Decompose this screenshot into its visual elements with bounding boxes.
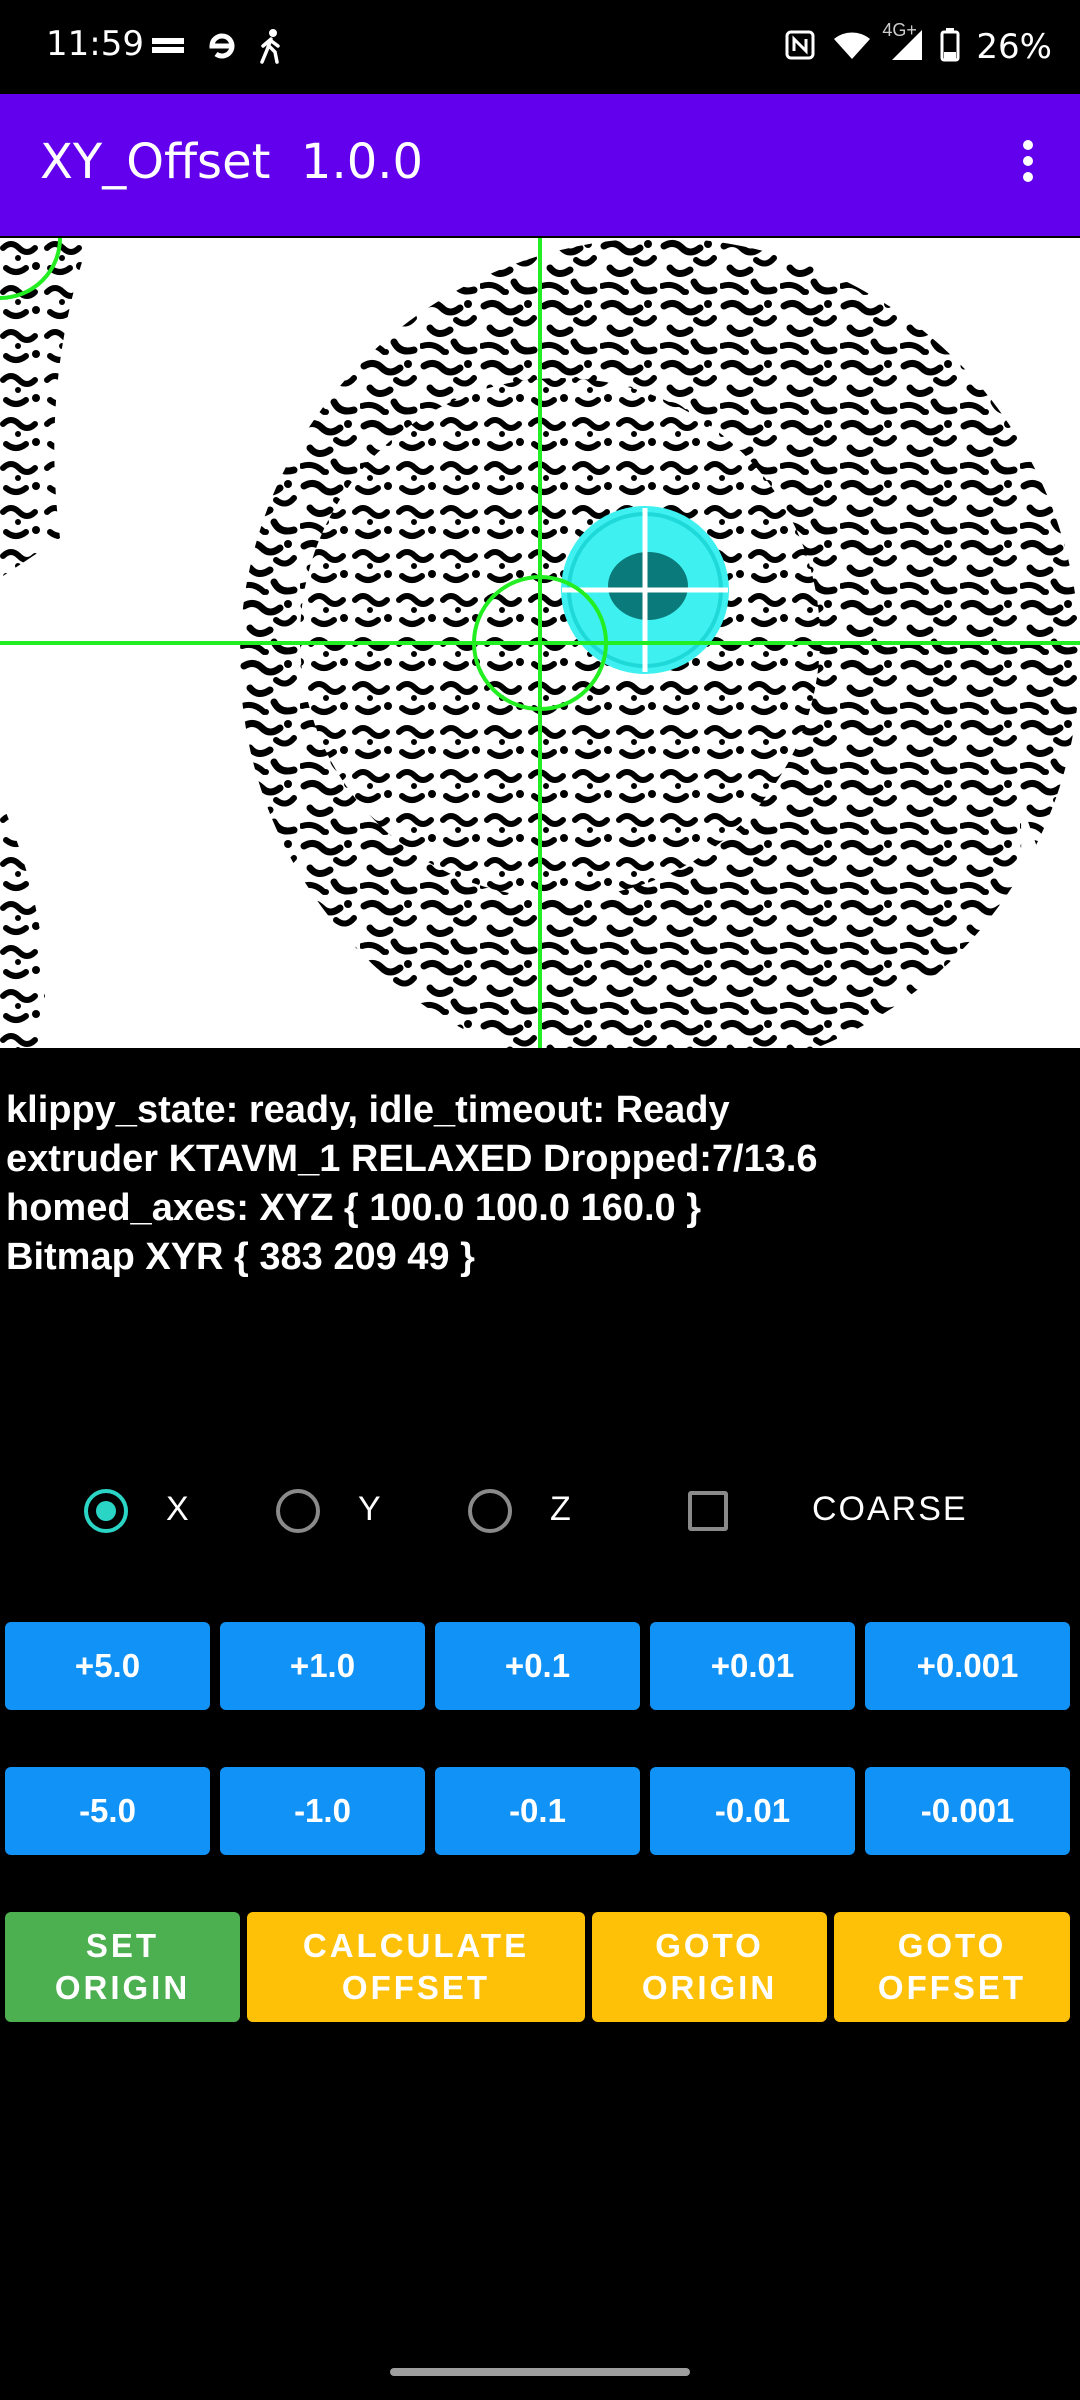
- gesture-home-bar[interactable]: [390, 2368, 690, 2376]
- plus-1-button[interactable]: +1.0: [220, 1622, 425, 1710]
- signal-4g-icon: 4G+: [882, 20, 924, 67]
- minus-0-001-button[interactable]: -0.001: [865, 1767, 1070, 1855]
- wifi-icon: [832, 29, 872, 66]
- goto-origin-button[interactable]: GOTO ORIGIN: [592, 1912, 827, 2022]
- radio-y-label[interactable]: Y: [358, 1490, 383, 1529]
- minus-0-1-button[interactable]: -0.1: [435, 1767, 640, 1855]
- nfc-icon: [784, 29, 816, 66]
- coarse-checkbox[interactable]: [688, 1491, 728, 1531]
- radio-x-label[interactable]: X: [166, 1490, 191, 1529]
- calculate-offset-button[interactable]: CALCULATE OFFSET: [247, 1912, 585, 2022]
- app-title: XY_Offset 1.0.0: [40, 134, 424, 190]
- clock-time: 11:59: [46, 24, 144, 64]
- printer-status-panel: klippy_state: ready, idle_timeout: Ready…: [6, 1086, 1076, 1282]
- plus-0-001-button[interactable]: +0.001: [865, 1622, 1070, 1710]
- extruder-status-line: extruder KTAVM_1 RELAXED Dropped:7/13.6: [6, 1138, 818, 1180]
- plus-5-button[interactable]: +5.0: [5, 1622, 210, 1710]
- nozzle-camera-image: [0, 238, 1080, 1048]
- status-bar: 11:59 4G+ 26%: [0, 0, 1080, 94]
- e-logo-icon: [204, 30, 240, 67]
- twente-milieu-logo: [150, 35, 186, 62]
- radio-y[interactable]: [276, 1489, 320, 1533]
- battery-icon: [940, 27, 960, 67]
- set-origin-button[interactable]: SET ORIGIN: [5, 1912, 240, 2022]
- plus-0-1-button[interactable]: +0.1: [435, 1622, 640, 1710]
- minus-1-button[interactable]: -1.0: [220, 1767, 425, 1855]
- bitmap-xyr-line: Bitmap XYR { 383 209 49 }: [6, 1236, 475, 1278]
- klippy-state-line: klippy_state: ready, idle_timeout: Ready: [6, 1089, 730, 1131]
- walking-person-icon: [258, 28, 284, 69]
- minus-0-01-button[interactable]: -0.01: [650, 1767, 855, 1855]
- battery-percentage: 26%: [976, 27, 1052, 67]
- minus-5-button[interactable]: -5.0: [5, 1767, 210, 1855]
- camera-view[interactable]: [0, 238, 1080, 1048]
- radio-z[interactable]: [468, 1489, 512, 1533]
- goto-offset-button[interactable]: GOTO OFFSET: [834, 1912, 1070, 2022]
- detected-nozzle-circle: [561, 506, 729, 674]
- radio-z-label[interactable]: Z: [550, 1490, 573, 1529]
- app-bar: XY_Offset 1.0.0: [0, 94, 1080, 236]
- network-type-label: 4G+: [882, 19, 917, 40]
- plus-0-01-button[interactable]: +0.01: [650, 1622, 855, 1710]
- axis-selector: X Y Z COARSE: [0, 1482, 1080, 1542]
- more-vert-icon[interactable]: [998, 134, 1058, 198]
- homed-axes-line: homed_axes: XYZ { 100.0 100.0 160.0 }: [6, 1187, 701, 1229]
- radio-x[interactable]: [84, 1489, 128, 1533]
- coarse-label[interactable]: COARSE: [812, 1490, 968, 1529]
